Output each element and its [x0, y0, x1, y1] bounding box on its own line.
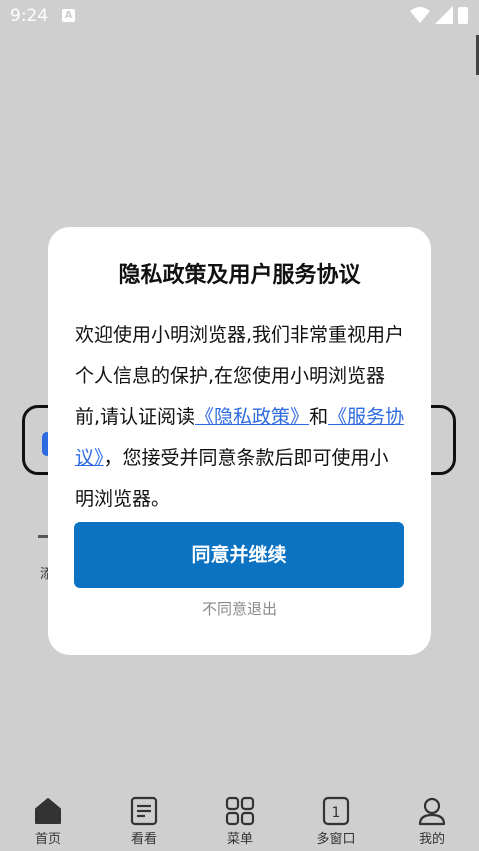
bottom-nav: 首页 看看 菜单 1 多窗口 我的: [0, 790, 479, 851]
battery-icon: [458, 7, 468, 24]
privacy-dialog: 隐私政策及用户服务协议 欢迎使用小明浏览器,我们非常重视用户个人信息的保护,在您…: [48, 227, 431, 655]
nav-mine-label: 我的: [418, 832, 445, 847]
status-bar: 9:24 A: [0, 0, 479, 32]
body-text-2: ，您接受并同意条款后即可使用小明浏览器。: [75, 447, 389, 510]
document-icon: [130, 796, 158, 826]
nav-home[interactable]: 首页: [0, 790, 96, 851]
nav-mine[interactable]: 我的: [384, 790, 479, 851]
nav-home-label: 首页: [34, 832, 61, 847]
window-count: 1: [332, 805, 341, 821]
nav-menu[interactable]: 菜单: [192, 790, 288, 851]
nav-watch[interactable]: 看看: [96, 790, 192, 851]
nav-windows[interactable]: 1 多窗口: [288, 790, 384, 851]
windows-icon: 1: [322, 796, 350, 826]
user-icon: [418, 797, 446, 826]
home-icon: [35, 798, 61, 824]
grid-icon: [225, 796, 255, 826]
privacy-policy-link[interactable]: 《隐私政策》: [195, 406, 309, 428]
agree-button[interactable]: 同意并继续: [74, 522, 404, 588]
wifi-icon: [410, 6, 430, 29]
signal-icon: [435, 6, 453, 29]
dialog-body: 欢迎使用小明浏览器,我们非常重视用户个人信息的保护,在您使用小明浏览器前,请认证…: [75, 315, 405, 520]
nav-menu-label: 菜单: [226, 832, 253, 847]
notification-icon: A: [62, 9, 75, 22]
disagree-button[interactable]: 不同意退出: [48, 598, 431, 619]
status-time: 9:24: [10, 6, 49, 26]
nav-watch-label: 看看: [130, 832, 157, 847]
nav-windows-label: 多窗口: [316, 832, 356, 847]
dialog-title: 隐私政策及用户服务协议: [118, 263, 361, 288]
body-and: 和: [309, 406, 329, 428]
